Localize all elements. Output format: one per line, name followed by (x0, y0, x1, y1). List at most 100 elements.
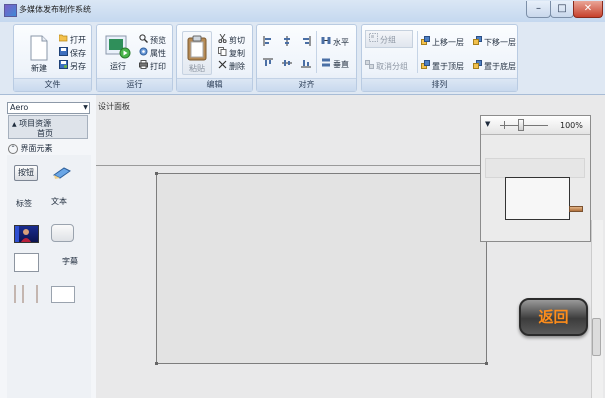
app-icon[interactable] (4, 4, 17, 17)
edit-group-label: 编辑 (177, 78, 252, 91)
tree-child-label: 首页 (37, 129, 53, 138)
ribbon-group-align: 水平 垂直 对齐 (256, 24, 357, 92)
distribute-vertical-button[interactable]: 垂直 (321, 58, 349, 70)
arrange-group-label: 排列 (362, 78, 517, 91)
zoom-slider-thumb[interactable] (518, 119, 524, 131)
palette-marquee-item[interactable]: 字幕 (62, 256, 78, 267)
navigator-strip (485, 158, 585, 178)
tree-item-home[interactable]: 首页 (37, 128, 53, 139)
ungroup-label: 取消分组 (376, 62, 408, 71)
move-down-button[interactable]: 下移一层 (473, 36, 516, 48)
align-bottom-icon[interactable] (301, 58, 311, 70)
group-button[interactable]: 分组 (365, 30, 413, 48)
zoom-menu-arrow-icon[interactable]: ▼ (485, 120, 490, 128)
save-as-button[interactable]: 另存 (59, 60, 86, 72)
align-left-icon[interactable] (263, 36, 273, 48)
maximize-button[interactable]: □ (550, 1, 574, 18)
cut-button[interactable]: 剪切 (218, 33, 245, 46)
resize-handle-br[interactable] (485, 362, 488, 365)
project-tree[interactable]: ▲ 项目资源 首页 (8, 115, 88, 139)
save-button[interactable]: 保存 (59, 47, 86, 59)
arrange-separator (417, 31, 418, 73)
distribute-horizontal-button[interactable]: 水平 (321, 36, 349, 48)
save-disk-icon (59, 47, 68, 60)
bring-to-top-button[interactable]: 置于顶层 (421, 60, 464, 72)
horizontal-label: 水平 (333, 38, 349, 47)
properties-button[interactable]: 属性 (139, 47, 166, 59)
save-as-label: 另存 (70, 62, 86, 71)
close-button[interactable]: ✕ (573, 1, 603, 18)
printer-icon (139, 60, 148, 73)
delete-x-icon (218, 60, 227, 73)
palette-rounded-box[interactable] (51, 224, 74, 242)
run-icon (105, 35, 131, 59)
preview-label: 预览 (150, 36, 166, 45)
theme-select[interactable]: Aero (7, 102, 90, 114)
palette-textbox[interactable] (14, 253, 39, 272)
open-label: 打开 (70, 35, 86, 45)
cut-label: 剪切 (229, 36, 245, 45)
zoom-slider-tick (504, 121, 505, 129)
elements-header[interactable]: ⌃ 界面元素 (8, 143, 90, 155)
palette-vertical-lines[interactable] (14, 285, 39, 303)
collapse-icon[interactable]: ⌃ (8, 143, 18, 154)
new-file-icon (30, 35, 48, 61)
run-button[interactable]: 运行 (103, 35, 133, 72)
paste-label: 粘贴 (189, 64, 205, 73)
magnifier-icon (139, 34, 148, 47)
open-button[interactable]: 打开 (58, 34, 86, 46)
send-backward-icon (473, 36, 482, 49)
print-button[interactable]: 打印 (139, 60, 166, 72)
send-to-bottom-button[interactable]: 置于底层 (473, 60, 516, 72)
navigator-resize-handle[interactable] (569, 206, 583, 212)
align-center-icon[interactable] (282, 36, 292, 48)
ungroup-button[interactable]: 取消分组 (365, 60, 408, 72)
palette-text-label: 文本 (51, 197, 67, 206)
paste-button[interactable]: 粘贴 (182, 31, 212, 75)
clipboard-icon (187, 35, 207, 61)
bring-forward-icon (421, 36, 430, 49)
folder-open-icon (58, 34, 68, 46)
new-label: 新建 (31, 64, 47, 73)
gear-icon (139, 47, 148, 60)
bring-to-front-icon (421, 60, 430, 73)
tree-expander-icon[interactable]: ▲ (12, 121, 17, 128)
ungroup-icon (365, 60, 374, 73)
resize-handle-bl[interactable] (155, 362, 158, 365)
new-button[interactable]: 新建 (25, 35, 53, 74)
move-up-button[interactable]: 上移一层 (421, 36, 464, 48)
delete-button[interactable]: 删除 (218, 60, 245, 72)
video-thumbnail-icon[interactable] (14, 225, 39, 243)
text-edit-icon[interactable] (52, 166, 72, 182)
design-canvas[interactable] (155, 172, 488, 365)
to-bottom-label: 置于底层 (484, 62, 516, 71)
resize-handle-tl[interactable] (155, 172, 158, 175)
preview-button[interactable]: 预览 (139, 34, 166, 46)
print-label: 打印 (150, 62, 166, 71)
delete-label: 删除 (229, 62, 245, 71)
ribbon-group-arrange: 分组 取消分组 上移一层 下移一层 置于顶层 置于底层 排列 (361, 24, 518, 92)
move-down-label: 下移一层 (484, 38, 516, 47)
minimize-button[interactable]: – (526, 1, 551, 18)
vertical-scrollbar[interactable] (591, 220, 603, 398)
zoom-slider-track[interactable] (500, 125, 548, 126)
copy-button[interactable]: 复制 (218, 47, 245, 59)
align-top-icon[interactable] (263, 58, 273, 70)
scrollbar-thumb[interactable] (592, 318, 601, 356)
align-right-icon[interactable] (301, 36, 311, 48)
zoom-value: 100% (560, 121, 583, 130)
distribute-vertical-icon (321, 58, 331, 71)
save-label: 保存 (70, 49, 86, 58)
return-button[interactable]: 返回 (519, 298, 588, 336)
navigator-viewport[interactable] (505, 177, 570, 220)
palette-label-item[interactable]: 标签 (16, 198, 32, 209)
group-icon (369, 31, 378, 49)
palette-button-item[interactable]: 按钮 (14, 165, 38, 181)
align-middle-icon[interactable] (282, 58, 292, 70)
ribbon-group-run: 运行 预览 属性 打印 运行 (96, 24, 173, 92)
dropdown-arrow-icon[interactable]: ▼ (81, 102, 90, 114)
tree-root-label: 项目资源 (19, 119, 52, 128)
run-label: 运行 (110, 62, 126, 71)
save-as-disk-icon (59, 60, 68, 73)
palette-panel[interactable] (51, 286, 75, 303)
